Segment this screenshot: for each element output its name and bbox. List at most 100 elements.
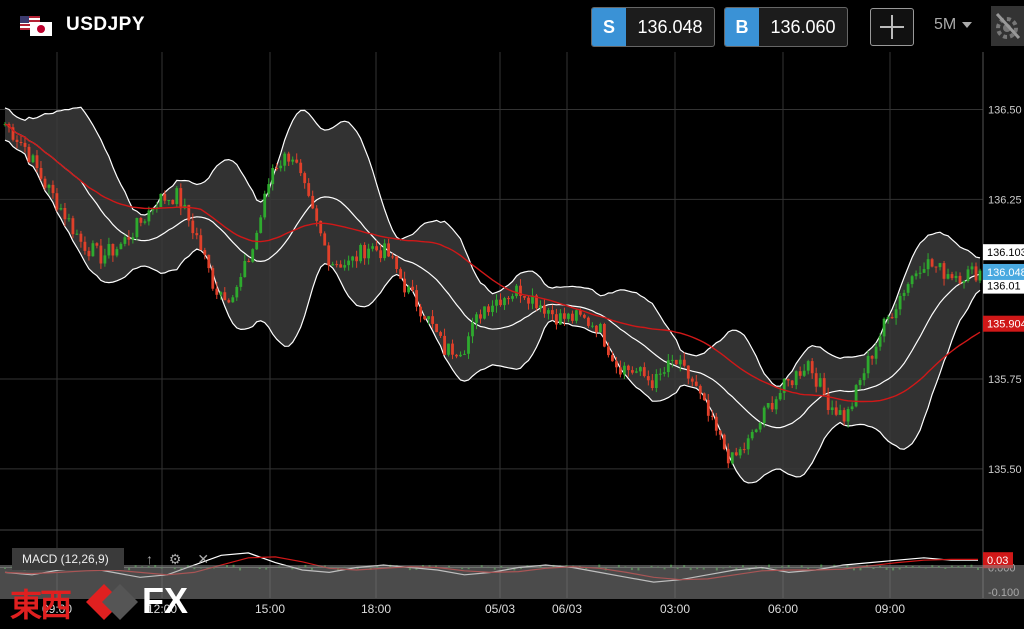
candle bbox=[842, 410, 846, 422]
symbol-title[interactable]: USDJPY bbox=[66, 14, 145, 36]
candle bbox=[147, 210, 151, 222]
candle bbox=[39, 168, 43, 179]
candle bbox=[583, 314, 586, 318]
chart[interactable]: 136.50 136.25 135.75 135.50 136.103 136.01 136… bbox=[0, 0, 1024, 629]
candle bbox=[794, 371, 798, 386]
x-tick-label: 06:00 bbox=[768, 602, 798, 616]
x-tick-label: 03:00 bbox=[660, 602, 690, 616]
candle bbox=[718, 430, 722, 435]
macd-indicator-label[interactable]: MACD (12,26,9) bbox=[12, 548, 124, 570]
candle bbox=[846, 409, 850, 422]
gear-icon bbox=[995, 12, 1021, 40]
candle bbox=[463, 353, 466, 355]
candle bbox=[603, 324, 606, 347]
candle bbox=[151, 209, 155, 211]
candle bbox=[511, 296, 514, 299]
price-tick-label: 136.50 bbox=[988, 105, 1022, 117]
candle bbox=[615, 361, 618, 368]
candle bbox=[435, 323, 438, 333]
candle bbox=[299, 162, 303, 174]
candle bbox=[143, 221, 147, 223]
logo-mark-icon bbox=[86, 584, 138, 620]
candle bbox=[27, 146, 31, 163]
candle bbox=[746, 438, 750, 450]
candle bbox=[47, 184, 51, 188]
candle bbox=[786, 379, 790, 381]
candle bbox=[31, 155, 35, 163]
candle bbox=[59, 208, 63, 210]
candle bbox=[623, 365, 626, 375]
candle bbox=[99, 245, 103, 264]
gear-icon[interactable]: ⚙ bbox=[169, 551, 182, 567]
close-icon[interactable]: ✕ bbox=[197, 551, 209, 567]
candle bbox=[91, 243, 95, 257]
candle bbox=[726, 449, 730, 464]
candle bbox=[355, 256, 358, 262]
upper-band-price-label: 136.103 bbox=[987, 247, 1024, 259]
timeframe-select[interactable]: 5M bbox=[934, 16, 956, 34]
candle bbox=[750, 432, 754, 439]
candle bbox=[774, 399, 778, 410]
candle bbox=[547, 310, 550, 314]
candle bbox=[247, 261, 251, 262]
chevron-down-icon[interactable] bbox=[962, 22, 972, 28]
candle bbox=[383, 243, 386, 259]
candle bbox=[43, 178, 47, 188]
candle bbox=[215, 288, 219, 295]
candle bbox=[694, 381, 698, 386]
candle bbox=[658, 373, 662, 375]
sell-button[interactable]: S 136.048 bbox=[591, 7, 715, 47]
candle bbox=[167, 200, 171, 201]
middle-band-price-label: 136.01 bbox=[987, 281, 1021, 293]
candle bbox=[595, 325, 598, 333]
buy-button[interactable]: B 136.060 bbox=[724, 7, 848, 47]
candle bbox=[974, 266, 978, 281]
candle bbox=[882, 318, 886, 337]
candle bbox=[211, 268, 215, 289]
candle bbox=[551, 310, 554, 315]
candle bbox=[575, 310, 578, 321]
candle bbox=[387, 243, 390, 257]
candle bbox=[635, 371, 638, 373]
candle bbox=[886, 317, 890, 319]
candle bbox=[447, 343, 450, 355]
candle bbox=[898, 296, 902, 310]
candle bbox=[810, 361, 814, 374]
candle bbox=[295, 159, 299, 163]
candle bbox=[599, 324, 602, 333]
candle bbox=[475, 314, 478, 323]
candle bbox=[507, 298, 510, 300]
candle bbox=[455, 354, 458, 357]
candle bbox=[503, 298, 506, 306]
arrow-up-icon[interactable]: ↑ bbox=[146, 551, 153, 567]
candle bbox=[878, 336, 882, 347]
candle bbox=[914, 273, 918, 277]
x-tick-label: 15:00 bbox=[255, 602, 285, 616]
candle bbox=[666, 360, 670, 373]
candle bbox=[966, 269, 970, 281]
candle bbox=[119, 243, 123, 250]
candle bbox=[263, 193, 267, 218]
candle bbox=[343, 265, 347, 268]
candle bbox=[471, 322, 474, 337]
candle bbox=[103, 255, 107, 264]
top-bar: USDJPY S 136.048 B 136.060 5M bbox=[0, 0, 1024, 52]
candle bbox=[902, 292, 906, 296]
candle bbox=[439, 332, 442, 336]
candle bbox=[339, 264, 343, 268]
candle bbox=[559, 313, 562, 325]
candle bbox=[131, 237, 135, 240]
settings-button[interactable] bbox=[991, 6, 1024, 46]
us-jp-flag-icon bbox=[20, 16, 52, 36]
candle bbox=[698, 385, 702, 394]
candle bbox=[479, 314, 482, 319]
candle bbox=[930, 259, 934, 267]
candle bbox=[287, 153, 291, 162]
candle bbox=[950, 274, 954, 279]
candle bbox=[758, 423, 762, 430]
candle bbox=[734, 452, 738, 456]
crosshair-button[interactable] bbox=[870, 8, 914, 46]
candle bbox=[706, 400, 710, 416]
candle bbox=[431, 316, 434, 324]
candle bbox=[395, 256, 398, 269]
